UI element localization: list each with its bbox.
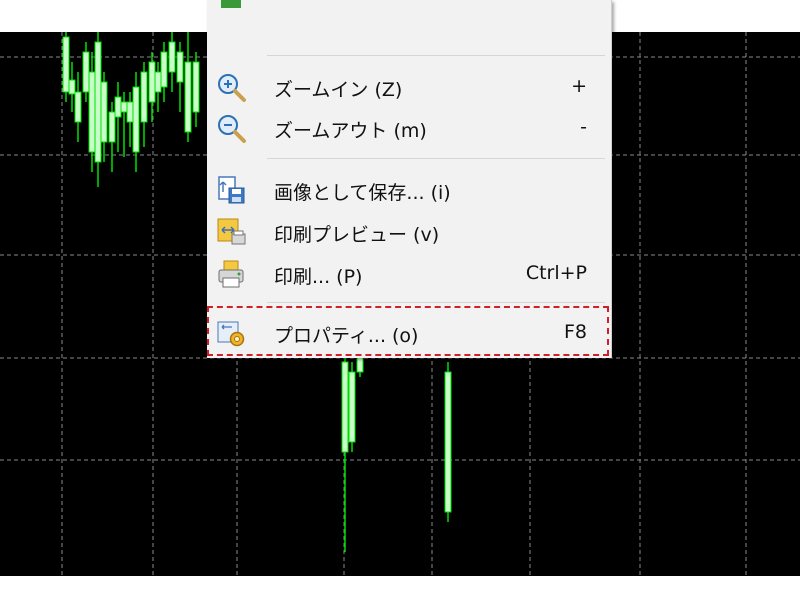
candle-body	[108, 111, 116, 143]
print-preview-icon	[215, 216, 247, 248]
zoom-out-icon	[215, 112, 247, 144]
menu-item-label: 画像として保存... (i)	[274, 182, 451, 204]
candle-body	[68, 79, 76, 95]
menu-item-label: ズームイン (Z)	[274, 79, 403, 101]
candle-body	[100, 81, 108, 143]
menu-item-shortcut: Ctrl+P	[525, 262, 587, 284]
candle-body	[120, 101, 128, 113]
menu-item-print-preview[interactable]: 印刷プレビュー (v)	[207, 212, 611, 252]
candle-body	[74, 91, 82, 123]
candle-body	[168, 41, 176, 73]
menu-item-shortcut: -	[580, 116, 587, 138]
menu-item-shortcut: +	[571, 75, 587, 97]
menu-item-cutoff[interactable]	[207, 0, 611, 18]
candle-body	[154, 71, 162, 93]
menu-item-print[interactable]: 印刷... (P) Ctrl+P	[207, 254, 611, 294]
candle-body	[148, 61, 156, 103]
candle-body	[176, 51, 184, 83]
chart-icon	[215, 0, 247, 14]
menu-item-save-image[interactable]: 画像として保存... (i)	[207, 170, 611, 210]
menu-separator	[267, 55, 605, 56]
highlight-box	[207, 306, 609, 356]
candle-body	[126, 101, 134, 123]
candle-body	[62, 36, 70, 93]
candle-body	[132, 86, 140, 153]
save-image-icon	[215, 174, 247, 206]
candle-body	[160, 51, 168, 88]
menu-separator	[267, 158, 605, 159]
candle-body	[88, 71, 96, 153]
candle-body	[114, 96, 122, 118]
context-menu: ズームイン (Z) + ズームアウト (m) - 画像として保存... (i)	[207, 0, 612, 358]
candle-body	[184, 61, 192, 133]
menu-item-label: 印刷プレビュー (v)	[274, 224, 440, 246]
menu-item-label: ズームアウト (m)	[274, 120, 427, 142]
candle-body	[341, 361, 349, 453]
candle-body	[82, 51, 90, 93]
candle-body	[140, 71, 148, 123]
menu-item-zoom-out[interactable]: ズームアウト (m) -	[207, 108, 611, 148]
candle-body	[94, 41, 102, 163]
candle-body	[444, 371, 452, 513]
menu-item-zoom-in[interactable]: ズームイン (Z) +	[207, 67, 611, 107]
candle-body	[192, 61, 200, 113]
menu-separator	[267, 302, 605, 303]
candle-body	[348, 371, 356, 443]
zoom-in-icon	[215, 71, 247, 103]
menu-item-label: 印刷... (P)	[274, 266, 363, 288]
bottom-margin	[0, 576, 800, 600]
print-icon	[215, 258, 247, 290]
candle-body	[356, 356, 364, 373]
